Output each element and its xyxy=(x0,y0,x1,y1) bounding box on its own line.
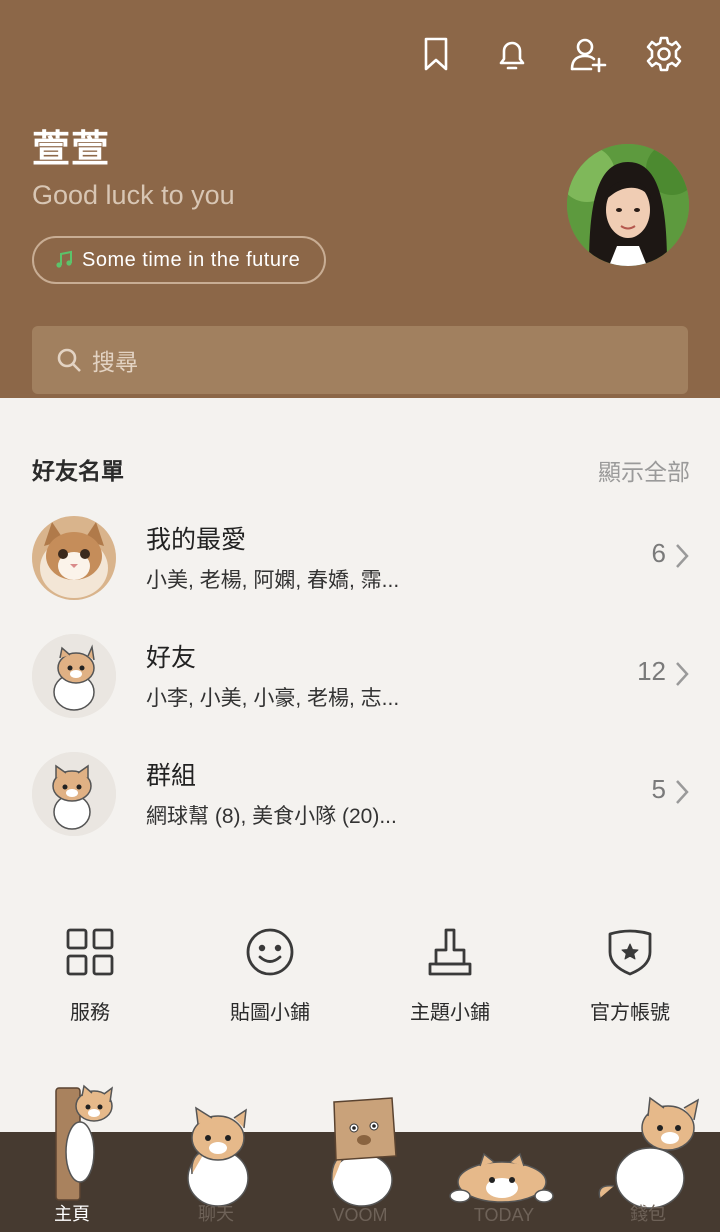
bell-icon xyxy=(499,41,525,70)
quick-services: 服務 貼圖小鋪 主題小鋪 官方帳號 xyxy=(0,926,720,1036)
service-button-theme-shop[interactable]: 主題小鋪 xyxy=(360,926,540,1036)
smiley-icon xyxy=(246,928,294,976)
friend-group-title: 好友 xyxy=(146,644,197,672)
friend-group-members: 小美, 老楊, 阿嫻, 春嬌, 霈... xyxy=(146,569,400,592)
avatar-photo xyxy=(567,144,689,266)
nav-tab-wallet[interactable]: 錢包 xyxy=(576,1200,720,1226)
profile-name[interactable]: 萱萱 xyxy=(32,118,110,173)
cat-sticker-wallet xyxy=(598,1096,700,1209)
notifications-button[interactable] xyxy=(492,32,532,76)
friend-group-row-groups[interactable]: 群組 網球幫 (8), 美食小隊 (20)... 5 xyxy=(0,744,720,844)
profile-header: 萱萱 Good luck to you Some time in the fut… xyxy=(0,0,720,398)
service-button-official-accounts[interactable]: 官方帳號 xyxy=(540,926,720,1036)
cat-photo-icon xyxy=(32,516,116,600)
cat-sticker-icon xyxy=(32,752,116,836)
friend-group-members: 小李, 小美, 小豪, 老楊, 志... xyxy=(146,687,400,710)
friends-avatar xyxy=(32,634,116,718)
bookmark-button[interactable] xyxy=(416,32,456,76)
header-toolbar xyxy=(416,32,684,76)
nav-tab-home[interactable]: 主頁 xyxy=(0,1200,144,1226)
service-button-sticker-shop[interactable]: 貼圖小鋪 xyxy=(180,926,360,1036)
profile-music-title: Some time in the future xyxy=(82,248,301,271)
friend-group-count: 12 xyxy=(637,656,666,686)
profile-avatar[interactable] xyxy=(567,144,689,266)
cat-sticker-voom xyxy=(331,1097,397,1207)
favorites-avatar xyxy=(32,516,116,600)
profile-status-message[interactable]: Good luck to you xyxy=(32,180,235,211)
nav-tab-voom[interactable]: VOOM xyxy=(288,1205,432,1226)
friend-group-count: 6 xyxy=(651,538,666,568)
friend-group-row-friends[interactable]: 好友 小李, 小美, 小豪, 老楊, 志... 12 xyxy=(0,626,720,726)
add-friend-button[interactable] xyxy=(568,32,608,76)
chevron-right-icon xyxy=(674,778,690,806)
profile-music-button[interactable]: Some time in the future xyxy=(32,236,327,284)
service-label: 主題小鋪 xyxy=(410,1002,490,1024)
cat-sticker-icon xyxy=(32,634,116,718)
bookmark-icon xyxy=(424,37,448,71)
friend-group-row-favorites[interactable]: 我的最愛 小美, 老楊, 阿嫻, 春嬌, 霈... 6 xyxy=(0,508,720,608)
chevron-right-icon xyxy=(674,660,690,688)
settings-button[interactable] xyxy=(644,32,684,76)
search-placeholder: 搜尋 xyxy=(92,349,138,375)
service-label: 貼圖小鋪 xyxy=(230,1002,310,1024)
groups-avatar xyxy=(32,752,116,836)
grid-icon xyxy=(66,928,114,976)
show-all-link[interactable]: 顯示全部 xyxy=(598,453,690,487)
search-icon xyxy=(57,348,81,372)
cat-sticker-home xyxy=(55,1084,113,1201)
friends-section-title: 好友名單 xyxy=(32,458,124,484)
add-friend-icon xyxy=(570,38,607,73)
cat-sticker-chat xyxy=(187,1106,249,1207)
cat-sticker-today xyxy=(449,1152,554,1203)
shield-star-icon xyxy=(608,929,652,976)
search-input[interactable]: 搜尋 xyxy=(32,326,688,394)
service-label: 官方帳號 xyxy=(590,1002,670,1024)
chevron-right-icon xyxy=(674,542,690,570)
service-label: 服務 xyxy=(70,1002,110,1024)
friend-group-title: 群組 xyxy=(146,762,197,790)
friend-group-title: 我的最愛 xyxy=(146,526,247,554)
nav-tab-chat[interactable]: 聊天 xyxy=(144,1200,288,1226)
brush-icon xyxy=(428,928,472,976)
service-button-services[interactable]: 服務 xyxy=(0,926,180,1036)
friend-group-members: 網球幫 (8), 美食小隊 (20)... xyxy=(146,805,397,828)
music-note-icon xyxy=(56,250,72,268)
gear-icon xyxy=(646,36,682,72)
friend-group-count: 5 xyxy=(651,774,666,804)
nav-tab-today[interactable]: TODAY xyxy=(432,1205,576,1226)
